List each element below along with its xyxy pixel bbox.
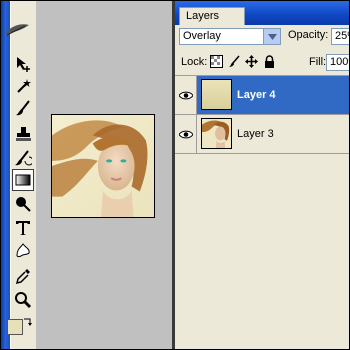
type-icon: [16, 221, 30, 235]
burn-icon: [16, 197, 31, 212]
stamp-tool[interactable]: [12, 123, 34, 145]
lock-transparency-icon[interactable]: [210, 55, 223, 68]
type-tool[interactable]: [12, 217, 34, 239]
palette-titlebar: Layers: [175, 1, 349, 25]
history-brush-tool[interactable]: [12, 147, 34, 169]
swap-colors-icon[interactable]: [22, 317, 32, 327]
foreground-color-swatch[interactable]: [7, 319, 23, 335]
magic-wand-tool[interactable]: [12, 75, 34, 97]
window-edge: [1, 1, 10, 349]
layer-row[interactable]: Layer 4: [175, 76, 349, 115]
layer-thumbnail: [201, 79, 232, 110]
layer-name: Layer 3: [237, 128, 274, 140]
eye-icon: [178, 130, 193, 138]
visibility-toggle[interactable]: [175, 76, 197, 114]
burn-tool[interactable]: [12, 193, 34, 215]
portrait-image: [52, 115, 154, 217]
opacity-field[interactable]: 25%: [331, 28, 349, 45]
gradient-icon: [15, 174, 31, 186]
blend-mode-value: Overlay: [183, 30, 221, 42]
lock-fill-row: Lock: Fill: 100%: [175, 51, 349, 73]
document-workspace: [36, 1, 172, 349]
opacity-label: Opacity:: [288, 29, 329, 41]
blend-opacity-row: Overlay Opacity: 25%: [175, 25, 349, 49]
fill-label: Fill:: [309, 56, 327, 68]
document-canvas[interactable]: [51, 114, 155, 218]
brush-icon: [16, 100, 30, 116]
stamp-icon: [16, 127, 31, 141]
zoom-icon: [15, 292, 32, 309]
layers-palette: Layers Overlay Opacity: 25% Lock:: [175, 1, 349, 349]
toolbox-header: [5, 1, 36, 49]
gradient-tool[interactable]: [12, 169, 34, 191]
feather-icon: [5, 24, 29, 36]
lock-all-icon[interactable]: [263, 55, 276, 68]
chevron-down-icon[interactable]: [263, 29, 280, 44]
shape-icon: [16, 243, 30, 258]
eye-icon: [178, 91, 193, 99]
move-icon: [17, 57, 30, 72]
lock-label: Lock:: [181, 56, 208, 68]
layers-list: Layer 4 Layer 3: [175, 75, 349, 156]
history-brush-icon: [15, 150, 32, 166]
layer-thumbnail: [201, 118, 232, 149]
lock-position-icon[interactable]: [245, 55, 258, 68]
portrait-thumbnail: [202, 119, 231, 148]
app-window: Layers Overlay Opacity: 25% Lock:: [1, 1, 349, 349]
eyedropper-tool[interactable]: [12, 265, 34, 287]
layer-name: Layer 4: [237, 89, 276, 101]
brush-tool[interactable]: [12, 97, 34, 119]
blend-mode-select[interactable]: Overlay: [179, 28, 281, 45]
layer-row[interactable]: Layer 3: [175, 115, 349, 154]
lock-pixels-icon[interactable]: [228, 55, 241, 68]
move-tool[interactable]: [12, 53, 34, 75]
tab-layers[interactable]: Layers: [179, 7, 245, 25]
zoom-tool[interactable]: [12, 289, 34, 311]
visibility-toggle[interactable]: [175, 115, 197, 153]
eyedropper-icon: [15, 269, 30, 285]
fill-field[interactable]: 100%: [326, 54, 349, 71]
toolbox: [5, 1, 37, 349]
shape-tool[interactable]: [12, 239, 34, 261]
magic-wand-icon: [17, 79, 31, 93]
